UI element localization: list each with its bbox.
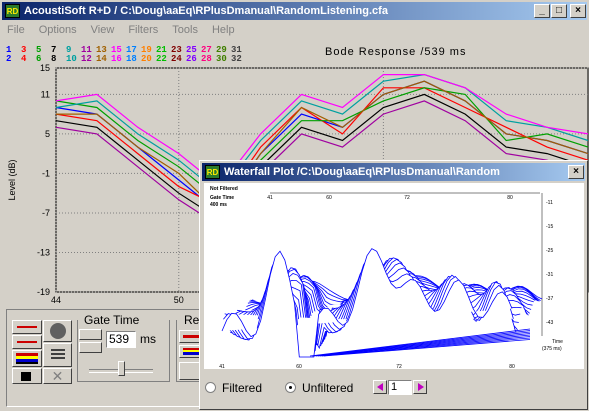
bode-ytick-label: -7 [42,208,50,218]
unfiltered-label[interactable]: Unfiltered [302,381,353,395]
circle-tool-button[interactable] [43,320,72,342]
wf-time-label: Time [552,339,563,345]
wf-info-2: Gate Time [210,195,234,201]
bode-ylabel: Level (dB) [7,159,17,200]
arrow-left-icon [377,383,383,391]
list-icon [51,349,65,360]
bode-xtick-label: 44 [51,295,61,305]
bode-xtick-label: 50 [174,295,184,305]
re-button-2[interactable] [179,345,201,358]
gate-time-slider-thumb[interactable] [118,361,125,376]
gate-time-value: 539 [109,332,130,346]
wf-floor-line [311,330,531,357]
unfiltered-radio[interactable] [285,382,296,393]
gate-time-input[interactable]: 539 [106,331,136,348]
spinner-next-button[interactable] [413,380,427,394]
wf-right-tick-label: -25 [546,248,553,254]
arrow-right-icon [418,383,424,391]
wf-bottom-tick-label: 41 [219,364,225,370]
color-bars-icon [16,353,38,364]
bode-ytick-label: 11 [41,89,50,99]
speaker-button[interactable] [12,368,42,384]
wf-top-tick-label: 80 [507,195,513,201]
gate-time-inc-button[interactable] [79,342,102,353]
filtered-label[interactable]: Filtered [222,381,262,395]
wf-right-tick-label: -37 [546,296,553,302]
tool-buttons: ✕ [12,320,72,384]
wf-info-1: Not Filtered [210,186,238,192]
filtered-radio[interactable] [205,382,216,393]
wf-floor-line [313,331,531,357]
wf-right-tick-label: -43 [546,320,553,326]
gate-time-dec-button[interactable] [79,329,102,340]
bode-ytick-label: -19 [37,287,50,297]
wf-right-tick-label: -11 [546,200,553,206]
circle-icon [50,323,66,339]
clear-button[interactable]: ✕ [43,368,72,384]
color-bars-button[interactable] [12,350,42,367]
speaker-icon [21,372,31,381]
wf-right-tick-label: -15 [546,224,553,230]
range-tool-button[interactable] [12,335,42,349]
spinner-prev-button[interactable] [373,380,387,394]
wf-right-tick-label: -31 [546,272,553,278]
wf-time-unit: (375 ms) [542,346,562,352]
bode-ytick-label: 5 [45,129,50,139]
bode-ytick-label: 15 [40,63,50,73]
waterfall-window: RD Waterfall Plot /C:\Doug\aaEq\RPlusDma… [199,160,588,410]
wf-top-tick-label: 60 [326,195,332,201]
list-tool-button[interactable] [43,343,72,367]
re-button-1[interactable] [179,330,201,343]
spinner-input[interactable]: 1 [388,380,412,395]
wf-bottom-tick-label: 72 [396,364,402,370]
waterfall-plot: Not Filtered Gate Time 400 ms Time (375 … [210,186,563,370]
wf-bottom-tick-label: 80 [509,364,515,370]
bode-ytick-label: -1 [42,168,50,178]
wf-top-tick-label: 41 [267,195,273,201]
cursor-tool-button[interactable] [12,320,42,334]
wf-info-3: 400 ms [210,202,227,208]
wf-bottom-tick-label: 60 [296,364,302,370]
spinner-value: 1 [391,381,398,393]
bode-ytick-label: -13 [37,247,50,257]
re-button-3[interactable] [179,362,201,380]
gate-time-unit: ms [140,332,156,346]
wf-top-tick-label: 72 [404,195,410,201]
